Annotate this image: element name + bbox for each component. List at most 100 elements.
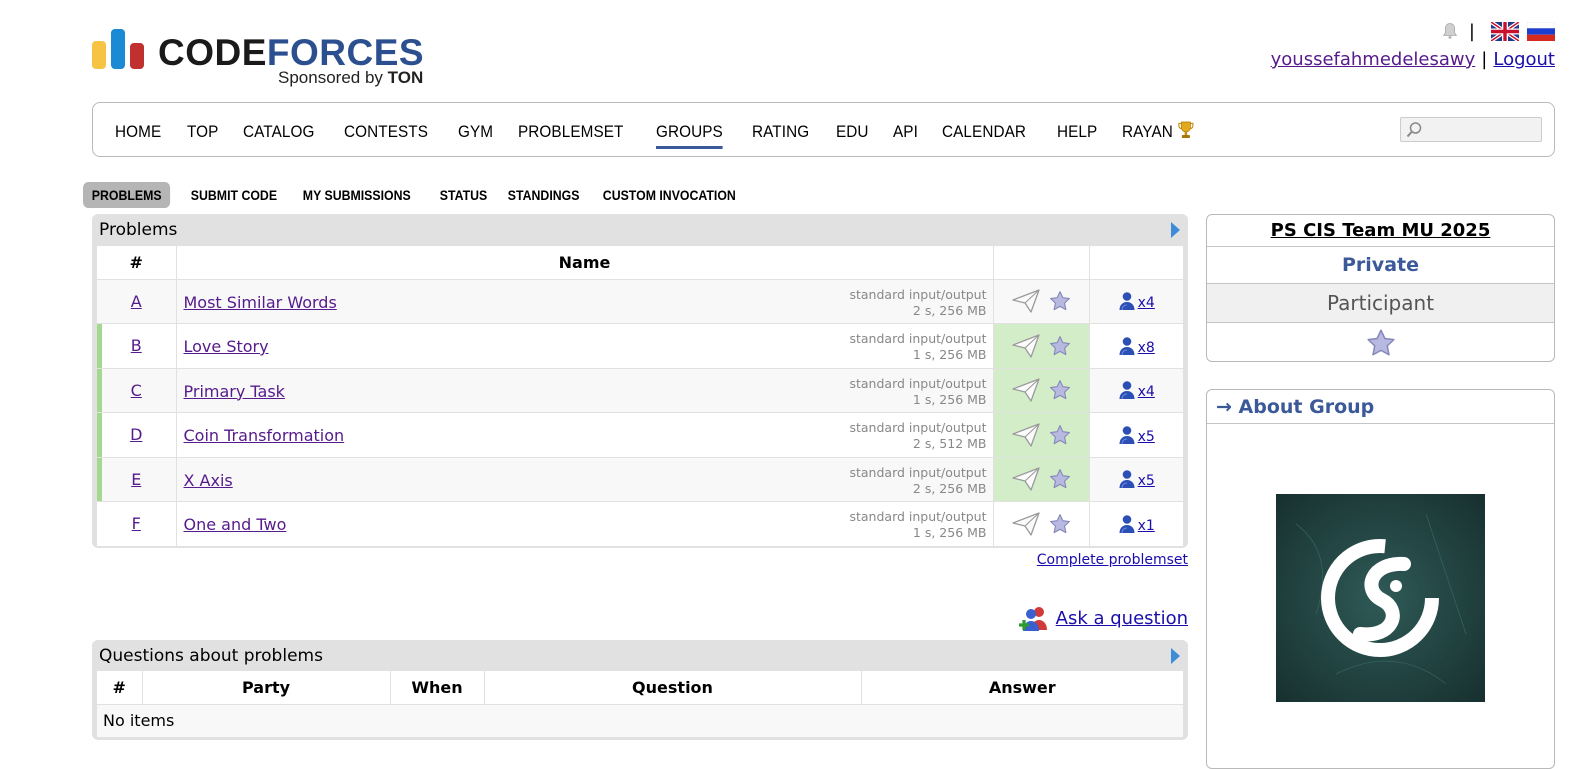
star-icon[interactable] — [1049, 335, 1071, 357]
star-icon[interactable] — [1366, 328, 1396, 358]
problem-letter-link[interactable]: B — [131, 336, 142, 355]
questions-title: Questions about problems — [99, 646, 323, 666]
submenu-custom-invocation[interactable]: CUSTOM INVOCATION — [594, 182, 745, 208]
problem-io: standard input/output — [849, 375, 987, 391]
problems-table-wrap: # Name A Most Similar Words standard input… — [97, 246, 1183, 547]
nav-problemset[interactable]: PROBLEMSET — [518, 120, 623, 144]
about-arrow-icon: → — [1216, 396, 1232, 418]
username-link[interactable]: youssefahmedelesawy — [1271, 49, 1476, 70]
solvers-link[interactable]: x4 — [1118, 292, 1155, 311]
q-header-party: Party — [142, 671, 391, 705]
problem-letter-link[interactable]: C — [131, 381, 142, 400]
problem-solvers-cell: x4 — [1089, 279, 1183, 324]
problem-name-link[interactable]: Most Similar Words — [184, 293, 337, 312]
problem-io: standard input/output — [849, 420, 987, 435]
codeforces-logo[interactable]: CODEFORCES Sponsored by TON — [92, 27, 452, 91]
submit-icon[interactable] — [1011, 511, 1041, 537]
problem-letter-link[interactable]: F — [132, 514, 141, 533]
nav-contests[interactable]: CONTESTS — [344, 120, 428, 144]
ask-question-link[interactable]: Ask a question — [1056, 608, 1188, 629]
problem-io: standard input/output — [849, 509, 987, 524]
group-name[interactable]: PS CIS Team MU 2025 — [1207, 215, 1554, 247]
star-icon[interactable] — [1049, 513, 1071, 535]
bell-icon[interactable] — [1441, 22, 1459, 40]
submenu-my-submissions[interactable]: MY SUBMISSIONS — [294, 182, 420, 208]
submenu-status[interactable]: STATUS — [431, 182, 496, 208]
no-items-text: No items — [97, 704, 1183, 737]
problem-time-memory: 2 s, 256 MB — [912, 302, 987, 318]
submit-icon[interactable] — [1011, 288, 1041, 314]
user-bar: youssefahmedelesawy | Logout — [1271, 49, 1555, 70]
nav-help[interactable]: HELP — [1057, 120, 1097, 144]
submenu-standings[interactable]: STANDINGS — [499, 182, 588, 208]
logout-link[interactable]: Logout — [1493, 49, 1555, 70]
submit-icon[interactable] — [1011, 333, 1041, 359]
solvers-link[interactable]: x5 — [1118, 425, 1155, 445]
user-icon — [1119, 381, 1135, 400]
problem-letter-link[interactable]: E — [131, 470, 141, 489]
collapse-arrow-icon[interactable] — [1170, 222, 1180, 238]
user-icon — [1119, 470, 1135, 489]
submit-icon[interactable] — [1011, 466, 1041, 492]
problem-letter-cell: E — [97, 457, 177, 502]
solvers-count: x5 — [1137, 428, 1155, 445]
submit-icon[interactable] — [1011, 377, 1041, 403]
problem-name-cell: Most Similar Words standard input/output 2… — [176, 279, 994, 324]
nav-rating[interactable]: RATING — [752, 120, 809, 144]
problem-letter-link[interactable]: A — [131, 292, 142, 311]
ask-question-icon[interactable] — [1018, 604, 1050, 632]
search-input[interactable] — [1400, 117, 1542, 142]
problems-table: # Name A Most Similar Words standard input… — [97, 246, 1183, 547]
submenu-submit-code[interactable]: SUBMIT CODE — [182, 182, 286, 208]
star-icon[interactable] — [1049, 424, 1071, 446]
nav-groups[interactable]: GROUPS — [656, 120, 724, 149]
nav-catalog[interactable]: CATALOG — [243, 120, 314, 144]
problem-actions-cell — [993, 457, 1090, 502]
nav-rayan[interactable]: RAYAN — [1122, 120, 1194, 144]
nav-top[interactable]: TOP — [187, 120, 218, 144]
problem-actions-cell — [993, 501, 1090, 547]
collapse-arrow-icon[interactable] — [1170, 648, 1180, 664]
nav-home[interactable]: HOME — [115, 120, 161, 144]
problem-name-link[interactable]: Primary Task — [184, 382, 285, 401]
complete-problemset-link[interactable]: Complete problemset — [1037, 552, 1188, 568]
problem-solvers-cell: x5 — [1089, 457, 1183, 502]
solvers-link[interactable]: x5 — [1118, 470, 1155, 489]
solvers-link[interactable]: x8 — [1118, 336, 1155, 356]
problem-limits: standard input/output 1 s, 256 MB — [849, 331, 986, 363]
col-header-solvers — [1089, 246, 1183, 280]
main-menu: HOME TOP CATALOG CONTESTS GYM PROBLEMSET… — [92, 102, 1555, 157]
star-icon[interactable] — [1049, 468, 1071, 490]
questions-box: Questions about problems # Party When Qu… — [92, 640, 1188, 740]
solvers-link[interactable]: x4 — [1118, 381, 1155, 400]
nav-edu[interactable]: EDU — [836, 120, 869, 144]
nav-gym[interactable]: GYM — [458, 120, 493, 144]
problem-name-link[interactable]: One and Two — [184, 515, 287, 534]
solvers-link[interactable]: x1 — [1118, 514, 1155, 534]
questions-table-wrap: # Party When Question Answer No items — [97, 671, 1183, 737]
problem-letter-cell: C — [97, 368, 177, 413]
submenu-problems[interactable]: PROBLEMS — [83, 182, 171, 208]
problem-row: C Primary Task standard input/output 1 s, 2… — [97, 368, 1183, 413]
russian-flag-icon[interactable] — [1527, 21, 1555, 41]
submit-icon[interactable] — [1011, 422, 1041, 448]
logo-text: CODEFORCES — [158, 32, 425, 73]
group-logo-image — [1276, 494, 1485, 702]
problem-name-cell: X Axis standard input/output 2 s, 256 MB — [176, 457, 994, 502]
about-group-title[interactable]: → About Group — [1207, 390, 1554, 424]
sponsor-text: Sponsored by TON — [278, 68, 424, 87]
nav-calendar[interactable]: CALENDAR — [942, 120, 1026, 144]
problem-name-cell: Coin Transformation standard input/output… — [176, 412, 994, 458]
problem-letter-link[interactable]: D — [130, 425, 142, 444]
search-icon — [1406, 122, 1422, 138]
star-icon[interactable] — [1049, 290, 1071, 312]
nav-api[interactable]: API — [893, 120, 918, 144]
problem-limits: standard input/output 2 s, 256 MB — [849, 465, 986, 497]
problems-box: Problems # Name A Most Similar Words stand… — [92, 214, 1188, 548]
star-icon[interactable] — [1049, 379, 1071, 401]
problem-name-link[interactable]: Coin Transformation — [184, 426, 345, 445]
english-flag-icon[interactable] — [1491, 21, 1519, 41]
problem-name-link[interactable]: Love Story — [184, 337, 269, 356]
problem-name-link[interactable]: X Axis — [184, 471, 233, 490]
user-separator: | — [1481, 49, 1488, 70]
